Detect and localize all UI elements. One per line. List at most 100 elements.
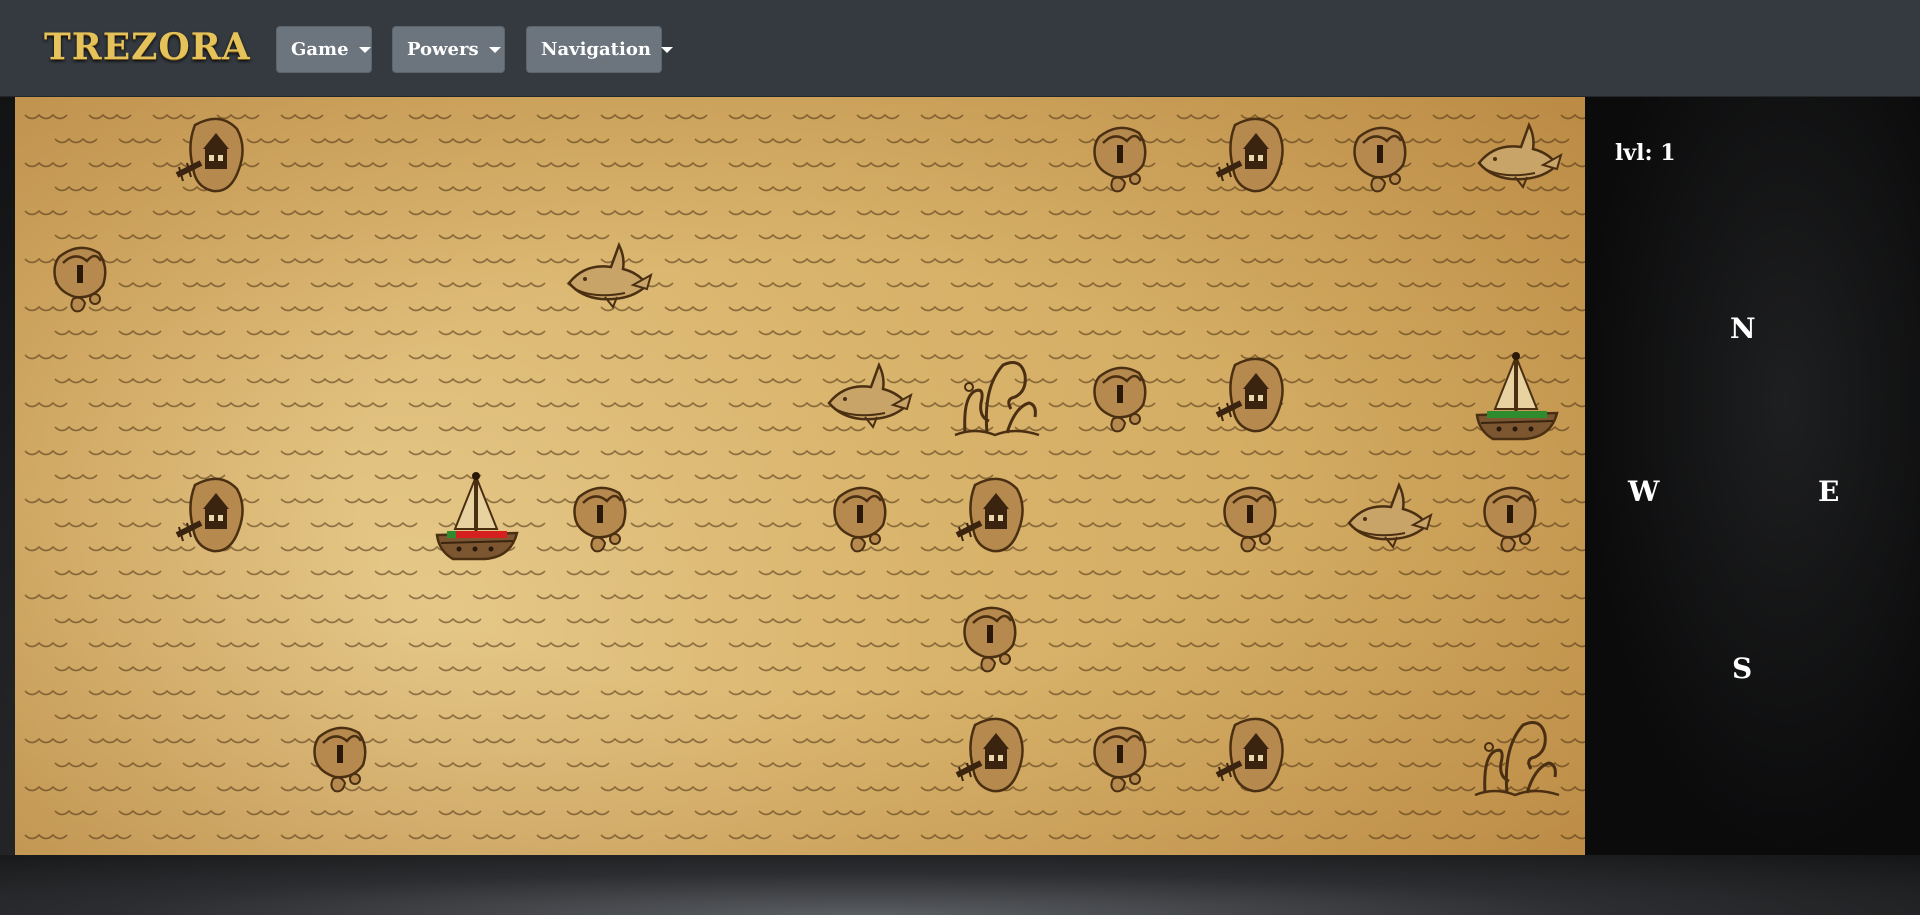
wave-mark [1048, 305, 1092, 312]
wave-mark [536, 449, 580, 456]
wave-mark [472, 641, 516, 648]
shark-tile[interactable] [1465, 107, 1565, 207]
house-island-tile[interactable] [945, 707, 1045, 807]
powers-menu-button[interactable]: Powers [392, 26, 505, 73]
tree-island-tile[interactable] [1205, 467, 1305, 567]
wave-mark [1334, 425, 1378, 432]
wave-mark [1368, 593, 1412, 600]
wave-mark [792, 449, 836, 456]
kraken-tile[interactable] [945, 347, 1045, 447]
tree-island-tile[interactable] [815, 467, 915, 567]
wave-mark [246, 665, 290, 672]
wave-mark [758, 809, 802, 816]
wave-mark [1240, 641, 1284, 648]
wave-mark [1368, 353, 1412, 360]
tree-island-tile[interactable] [35, 227, 135, 327]
wave-mark [118, 617, 162, 624]
wave-mark [118, 137, 162, 144]
wave-mark [1526, 233, 1570, 240]
wave-mark [664, 833, 708, 840]
tree-island-tile[interactable] [555, 467, 655, 567]
shark-tile[interactable] [815, 347, 915, 447]
wave-mark [182, 377, 226, 384]
wave-mark [344, 161, 388, 168]
wave-mark [374, 425, 418, 432]
wave-mark [374, 521, 418, 528]
tree-island-tile[interactable] [1075, 347, 1175, 447]
wave-mark [1398, 281, 1442, 288]
wave-mark [694, 233, 738, 240]
tree-island-tile[interactable] [1075, 707, 1175, 807]
wave-mark [1432, 257, 1476, 264]
wave-mark [24, 737, 68, 744]
brand-logo[interactable]: TREZORA [44, 26, 251, 68]
wave-mark [758, 329, 802, 336]
tree-island-icon [573, 486, 627, 553]
wave-mark [1142, 521, 1186, 528]
game-menu-button[interactable]: Game [276, 26, 372, 73]
wave-mark [536, 209, 580, 216]
compass-south-button[interactable]: S [1732, 652, 1752, 685]
game-map[interactable] [15, 97, 1585, 855]
wave-mark [182, 569, 226, 576]
wave-mark [1078, 617, 1122, 624]
shark-tile[interactable] [1335, 467, 1435, 567]
tree-island-tile[interactable] [1075, 107, 1175, 207]
wave-mark [1432, 833, 1476, 840]
wave-mark [502, 329, 546, 336]
house-island-tile[interactable] [1205, 707, 1305, 807]
house-island-tile[interactable] [165, 467, 265, 567]
house-island-tile[interactable] [165, 107, 265, 207]
wave-mark [1496, 689, 1540, 696]
wave-mark [630, 377, 674, 384]
wave-mark [408, 209, 452, 216]
wave-mark [1304, 449, 1348, 456]
wave-mark [1334, 329, 1378, 336]
wave-mark [664, 305, 708, 312]
wave-mark [54, 521, 98, 528]
navigation-menu-button[interactable]: Navigation [526, 26, 673, 73]
wave-mark [1560, 257, 1585, 264]
wave-mark [822, 713, 866, 720]
compass-east-button[interactable]: E [1818, 475, 1839, 508]
house-island-tile[interactable] [1205, 347, 1305, 447]
house-island-tile[interactable] [945, 467, 1045, 567]
wave-mark [24, 833, 68, 840]
player-ship[interactable] [425, 467, 525, 567]
wave-mark [310, 473, 354, 480]
tree-island-tile[interactable] [1335, 107, 1435, 207]
shark-tile[interactable] [555, 227, 655, 327]
wave-mark [152, 209, 196, 216]
wave-mark [536, 113, 580, 120]
wave-mark [118, 329, 162, 336]
wave-mark [1368, 449, 1412, 456]
kraken-tile[interactable] [1465, 707, 1565, 807]
wave-mark [1304, 353, 1348, 360]
tree-island-tile[interactable] [1465, 467, 1565, 567]
tree-island-tile[interactable] [945, 587, 1045, 687]
wave-mark [566, 425, 610, 432]
ship-health-fill [1487, 411, 1547, 418]
house-island-tile[interactable] [1205, 107, 1305, 207]
wave-mark [54, 809, 98, 816]
wave-mark [1462, 569, 1506, 576]
wave-mark [310, 521, 354, 528]
wave-mark [566, 377, 610, 384]
wave-mark [1112, 833, 1156, 840]
wave-mark [1462, 665, 1506, 672]
wave-mark [1048, 209, 1092, 216]
wave-mark [1112, 689, 1156, 696]
wave-mark [344, 353, 388, 360]
enemy-ship[interactable] [1465, 347, 1565, 447]
page-footer-background [0, 855, 1920, 915]
wave-mark [280, 113, 324, 120]
wave-mark [600, 833, 644, 840]
wave-mark [88, 545, 132, 552]
wave-mark [728, 545, 772, 552]
wave-mark [1560, 833, 1585, 840]
tree-island-tile[interactable] [295, 707, 395, 807]
wave-mark [694, 617, 738, 624]
compass-north-button[interactable]: N [1730, 312, 1756, 345]
ship-icon [1475, 352, 1559, 441]
compass-west-button[interactable]: W [1628, 475, 1659, 508]
